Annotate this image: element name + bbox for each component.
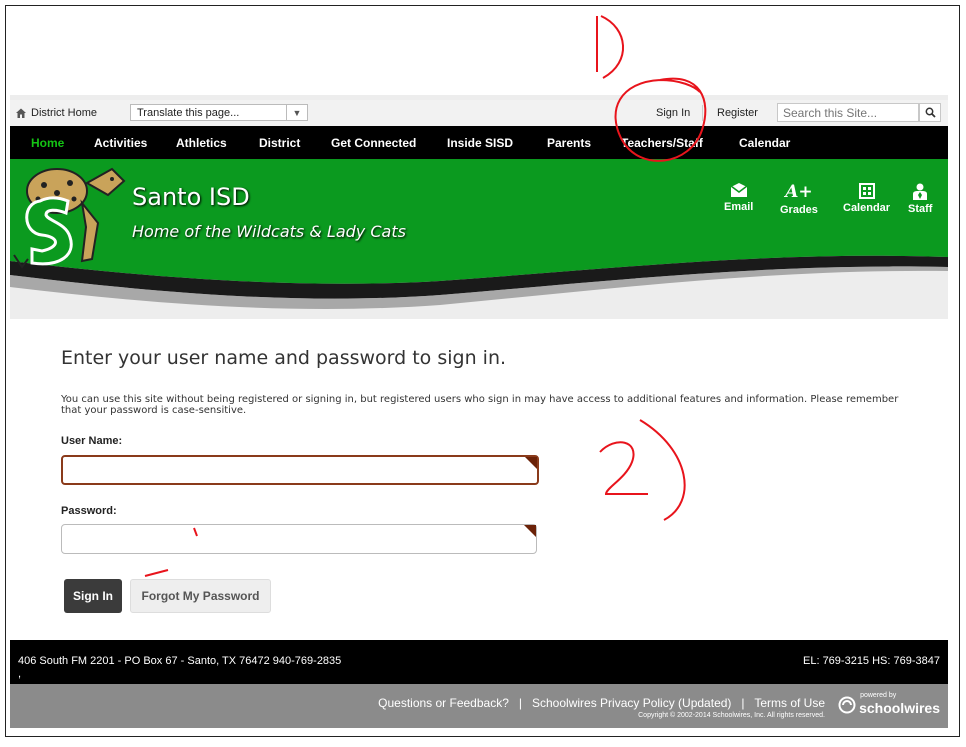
quick-link-email-label: Email xyxy=(724,201,754,213)
username-field[interactable] xyxy=(61,455,539,485)
bottom-bar: Questions or Feedback? | Schoolwires Pri… xyxy=(10,684,948,728)
footer-comma: , xyxy=(18,668,22,680)
sign-in-description: You can use this site without being regi… xyxy=(61,394,899,416)
translate-select-value: Translate this page... xyxy=(137,106,240,119)
password-field[interactable] xyxy=(61,524,537,554)
quick-link-staff-label: Staff xyxy=(908,203,933,215)
nav-item-get-connected[interactable]: Get Connected xyxy=(331,136,416,150)
quick-link-email[interactable]: Email xyxy=(724,183,753,213)
school-name: Santo ISD xyxy=(132,183,250,211)
search-input[interactable] xyxy=(777,103,919,122)
a-plus-icon: A+ xyxy=(785,182,813,202)
nav-item-inside-sisd[interactable]: Inside SISD xyxy=(447,136,513,150)
nav-item-activities[interactable]: Activities xyxy=(94,136,147,150)
sign-in-link[interactable]: Sign In xyxy=(656,107,690,119)
envelope-icon xyxy=(730,183,748,197)
calendar-icon xyxy=(858,183,875,199)
nav-item-athletics[interactable]: Athletics xyxy=(176,136,227,150)
web-page: District Home Translate this page... ▼ S… xyxy=(10,95,948,728)
field-corner-marker xyxy=(525,457,537,469)
footer-links[interactable]: Questions or Feedback? | Schoolwires Pri… xyxy=(378,696,825,710)
main-nav: Home Activities Athletics District Get C… xyxy=(10,126,948,159)
person-icon xyxy=(913,183,928,200)
quick-link-calendar[interactable]: Calendar xyxy=(843,183,890,214)
username-label: User Name: xyxy=(61,435,123,447)
utility-bar: District Home Translate this page... ▼ S… xyxy=(10,100,948,126)
page-title: Enter your user name and password to sig… xyxy=(61,347,507,369)
password-label: Password: xyxy=(61,505,117,517)
schoolwires-logo[interactable]: powered by schoolwires xyxy=(838,692,940,716)
powered-by-text: powered by xyxy=(860,692,897,699)
register-link[interactable]: Register xyxy=(717,107,758,119)
nav-item-calendar[interactable]: Calendar xyxy=(739,136,790,150)
translate-select[interactable]: Translate this page... ▼ xyxy=(130,104,308,121)
schoolwires-brand: schoolwires xyxy=(859,700,940,716)
search-icon xyxy=(925,107,936,118)
footer-address: 406 South FM 2201 - PO Box 67 - Santo, T… xyxy=(18,655,342,667)
footer-phones: EL: 769-3215 HS: 769-3847 xyxy=(803,655,940,667)
quick-link-grades-label: Grades xyxy=(780,204,818,216)
chevron-down-icon[interactable]: ▼ xyxy=(286,105,307,120)
nav-item-parents[interactable]: Parents xyxy=(547,136,591,150)
search-button[interactable] xyxy=(919,103,941,122)
quick-link-staff[interactable]: Staff xyxy=(908,183,932,215)
quick-link-grades[interactable]: A+ Grades xyxy=(780,183,818,216)
district-home-label: District Home xyxy=(31,107,98,119)
footer: 406 South FM 2201 - PO Box 67 - Santo, T… xyxy=(10,640,948,684)
house-icon xyxy=(16,108,26,118)
nav-item-home[interactable]: Home xyxy=(31,136,64,150)
school-tagline: Home of the Wildcats & Lady Cats xyxy=(132,222,406,241)
copyright: Copyright © 2002-2014 Schoolwires, Inc. … xyxy=(638,712,825,719)
field-corner-marker xyxy=(524,525,536,537)
forgot-password-button[interactable]: Forgot My Password xyxy=(130,579,271,613)
schoolwires-swirl-icon xyxy=(838,696,856,714)
divider xyxy=(702,105,703,121)
district-home-link[interactable]: District Home xyxy=(15,107,97,119)
quick-link-calendar-label: Calendar xyxy=(843,202,891,214)
sign-in-button[interactable]: Sign In xyxy=(64,579,122,613)
wildcat-logo xyxy=(13,167,126,269)
sign-in-section: Enter your user name and password to sig… xyxy=(10,319,948,640)
header-banner: Santo ISD Home of the Wildcats & Lady Ca… xyxy=(10,159,948,319)
nav-item-teachers-staff[interactable]: Teachers/Staff xyxy=(621,136,703,150)
nav-item-district[interactable]: District xyxy=(259,136,300,150)
